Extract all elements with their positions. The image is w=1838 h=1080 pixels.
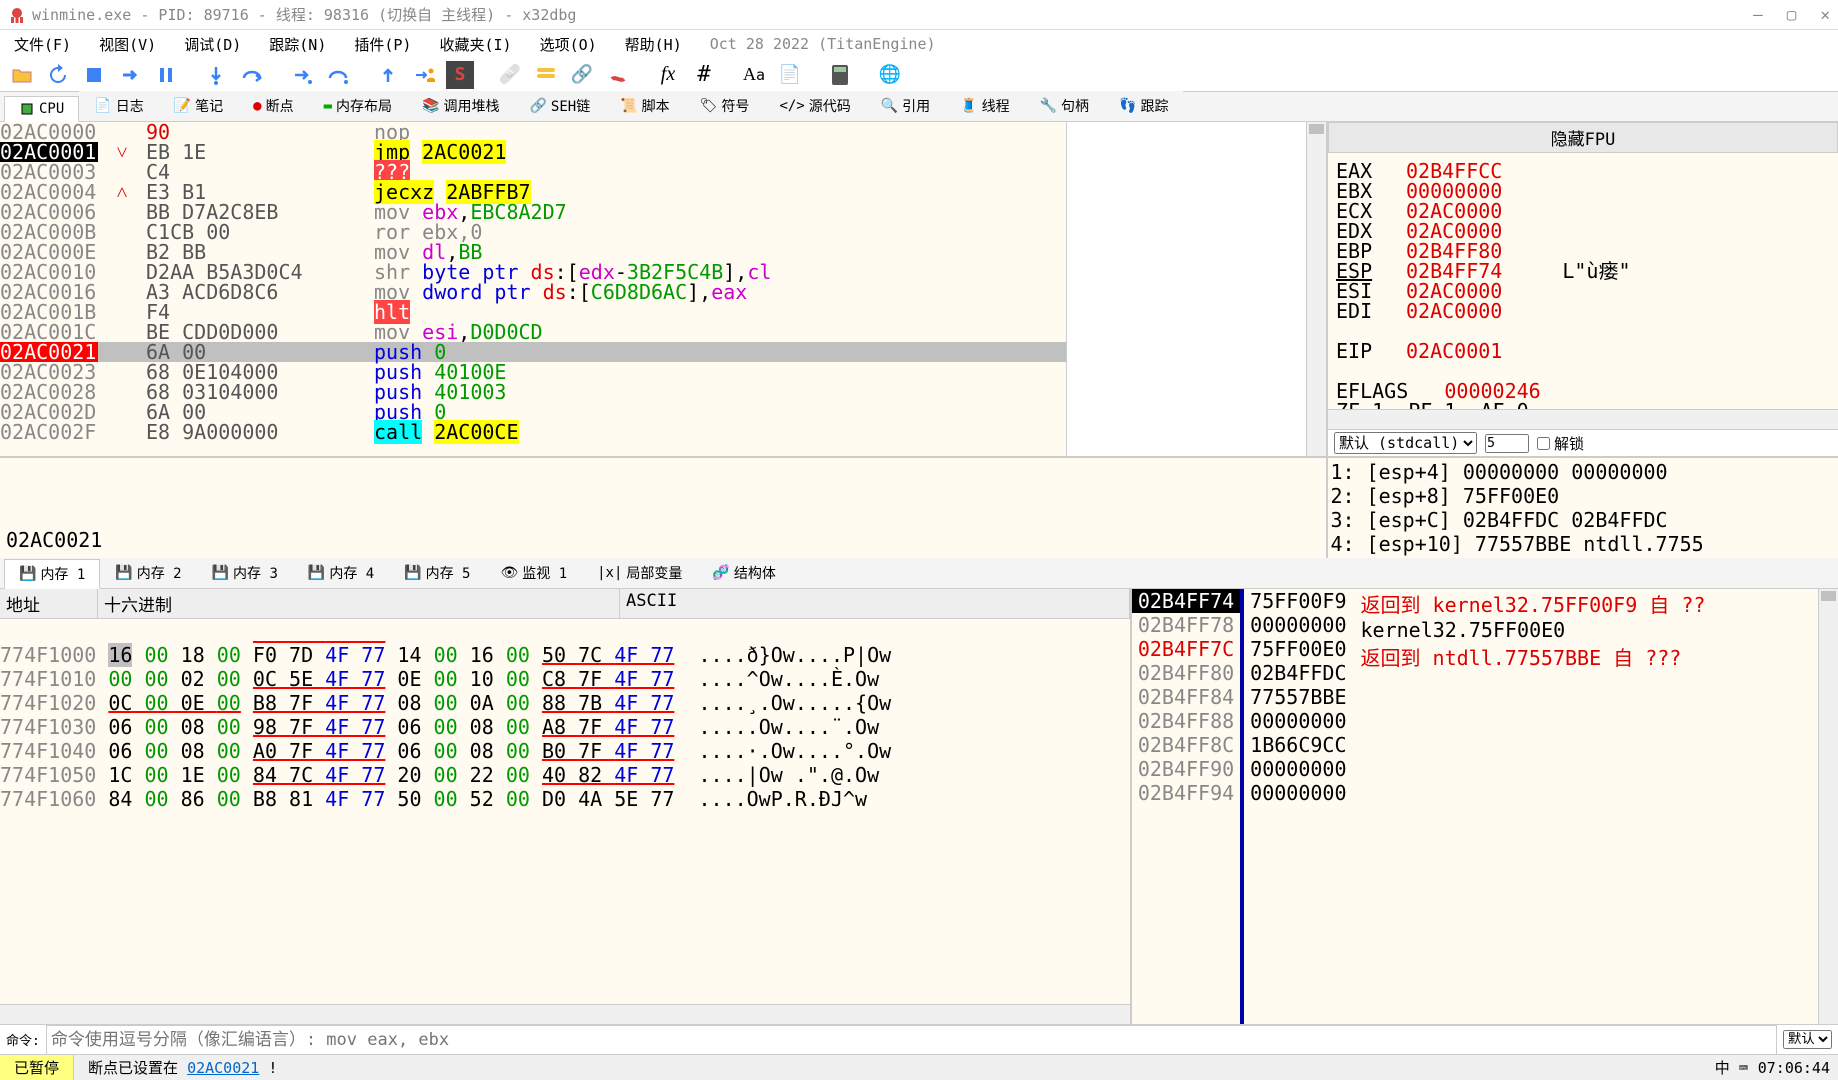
command-bar: 命令: 默认 <box>0 1024 1838 1054</box>
col-ascii[interactable]: ASCII <box>620 589 1130 618</box>
menu-debug[interactable]: 调试(D) <box>184 34 241 55</box>
col-address[interactable]: 地址 <box>0 589 98 618</box>
tab-mem4[interactable]: 💾内存 4 <box>293 558 389 588</box>
arg-count-spinner[interactable] <box>1485 434 1529 453</box>
command-input[interactable] <box>46 1025 1777 1055</box>
run-icon[interactable] <box>116 61 144 89</box>
selected-address: 02AC0021 <box>6 528 1320 552</box>
comments-icon[interactable] <box>532 61 560 89</box>
stop-icon[interactable] <box>80 61 108 89</box>
menu-help[interactable]: 帮助(H) <box>625 34 682 55</box>
menu-options[interactable]: 选项(O) <box>540 34 597 55</box>
menu-view[interactable]: 视图(V) <box>99 34 156 55</box>
toolbar: S 🩹 🔗 fx # Aa 📄 🌐 <box>0 58 1838 92</box>
trace-into-icon[interactable] <box>288 61 316 89</box>
tab-script[interactable]: 📜脚本 <box>605 91 684 121</box>
pause-icon[interactable] <box>152 61 180 89</box>
stack-view[interactable]: 02B4FF7402B4FF7802B4FF7C02B4FF8002B4FF84… <box>1130 589 1838 1024</box>
command-mode-select[interactable]: 默认 <box>1783 1030 1832 1049</box>
ime-indicator[interactable]: 中 ⌨ <box>1715 1057 1748 1078</box>
calculator-icon[interactable] <box>826 61 854 89</box>
labels-icon[interactable]: 🔗 <box>568 61 596 89</box>
menubar: 文件(F) 视图(V) 调试(D) 跟踪(N) 插件(P) 收藏夹(I) 选项(… <box>0 30 1838 58</box>
menu-favorites[interactable]: 收藏夹(I) <box>439 34 511 55</box>
trace-over-icon[interactable] <box>324 61 352 89</box>
tab-mem5[interactable]: 💾内存 5 <box>389 558 485 588</box>
strings-icon[interactable]: Aa <box>740 61 768 89</box>
disasm-scrollbar[interactable] <box>1306 122 1326 456</box>
tab-watch1[interactable]: 👁监视 1 <box>485 558 582 588</box>
open-icon[interactable] <box>8 61 36 89</box>
tab-source[interactable]: </>源代码 <box>764 91 865 121</box>
modules-icon[interactable]: 📄 <box>776 61 804 89</box>
tab-locals[interactable]: |x|局部变量 <box>582 558 697 588</box>
restart-icon[interactable] <box>44 61 72 89</box>
tab-log[interactable]: 📄日志 <box>79 91 158 121</box>
command-label: 命令: <box>6 1030 40 1049</box>
statusbar: 已暂停 断点已设置在 02AC0021 ! 中 ⌨ 07:06:44 <box>0 1054 1838 1080</box>
menu-file[interactable]: 文件(F) <box>14 34 71 55</box>
tab-cpu[interactable]: CPU <box>4 96 79 122</box>
window-title: winmine.exe - PID: 89716 - 线程: 98316 (切换… <box>32 4 576 25</box>
tab-threads[interactable]: 🧵线程 <box>945 91 1024 121</box>
registers-panel[interactable]: 隐藏FPU EAX02B4FFCCEBX00000000ECX02AC0000E… <box>1326 122 1838 456</box>
menu-plugins[interactable]: 插件(P) <box>354 34 411 55</box>
menu-trace[interactable]: 跟踪(N) <box>269 34 326 55</box>
main-tabbar: CPU 📄日志 📝笔记 ●断点 ▬内存布局 📚调用堆栈 🔗SEH链 📜脚本 🏷符… <box>0 92 1838 122</box>
tab-mem2[interactable]: 💾内存 2 <box>100 558 196 588</box>
tab-mem3[interactable]: 💾内存 3 <box>197 558 293 588</box>
tab-mem1[interactable]: 💾内存 1 <box>4 559 100 589</box>
unlock-checkbox[interactable] <box>1537 437 1550 450</box>
tab-symbols[interactable]: 🏷符号 <box>685 91 765 121</box>
online-icon[interactable]: 🌐 <box>876 61 904 89</box>
variables-icon[interactable]: # <box>690 61 718 89</box>
tab-seh[interactable]: 🔗SEH链 <box>514 91 605 121</box>
step-into-icon[interactable] <box>202 61 230 89</box>
tab-trace[interactable]: 👣跟踪 <box>1104 91 1183 121</box>
step-over-icon[interactable] <box>238 61 266 89</box>
col-hex[interactable]: 十六进制 <box>98 589 620 618</box>
patch-icon[interactable]: 🩹 <box>496 61 524 89</box>
memory-tabbar: 💾内存 1 💾内存 2 💾内存 3 💾内存 4 💾内存 5 👁监视 1 |x|局… <box>0 558 1838 588</box>
titlebar: winmine.exe - PID: 89716 - 线程: 98316 (切换… <box>0 0 1838 30</box>
functions-icon[interactable]: fx <box>654 61 682 89</box>
maximize-icon[interactable]: ▢ <box>1787 5 1797 24</box>
minimize-icon[interactable]: — <box>1753 5 1763 24</box>
tab-references[interactable]: 🔍引用 <box>866 91 945 121</box>
tab-notes[interactable]: 📝笔记 <box>159 91 238 121</box>
app-icon <box>8 6 26 24</box>
fpu-toggle[interactable]: 隐藏FPU <box>1328 122 1838 153</box>
disassembly-view[interactable]: 02AC000090nop 02AC0001˅EB 1Ejmp 2AC0021 … <box>0 122 1066 456</box>
tab-callstack[interactable]: 📚调用堆栈 <box>407 91 514 121</box>
close-icon[interactable]: ✕ <box>1820 5 1830 24</box>
scylla-icon[interactable]: S <box>446 61 474 89</box>
step-out-icon[interactable] <box>374 61 402 89</box>
status-paused: 已暂停 <box>0 1055 74 1080</box>
run-to-user-icon[interactable] <box>410 61 438 89</box>
tab-struct[interactable]: 🧬结构体 <box>697 558 790 588</box>
clock: 07:06:44 <box>1758 1059 1830 1077</box>
status-address-link[interactable]: 02AC0021 <box>187 1059 259 1077</box>
calling-convention-select[interactable]: 默认 (stdcall) <box>1334 432 1477 454</box>
hex-dump[interactable]: 地址 十六进制 ASCII 774F1000 16 00 18 00 F0 7D… <box>0 589 1130 1024</box>
tab-memory-map[interactable]: ▬内存布局 <box>309 91 407 121</box>
bookmarks-icon[interactable] <box>604 61 632 89</box>
build-date: Oct 28 2022 (TitanEngine) <box>710 35 936 53</box>
tab-handles[interactable]: 🔧句柄 <box>1025 91 1104 121</box>
stack-args-panel[interactable]: 1: [esp+4] 00000000 000000002: [esp+8] 7… <box>1326 458 1838 558</box>
info-panel: 02AC0021 <box>0 458 1326 558</box>
tab-breakpoints[interactable]: ●断点 <box>238 91 308 121</box>
